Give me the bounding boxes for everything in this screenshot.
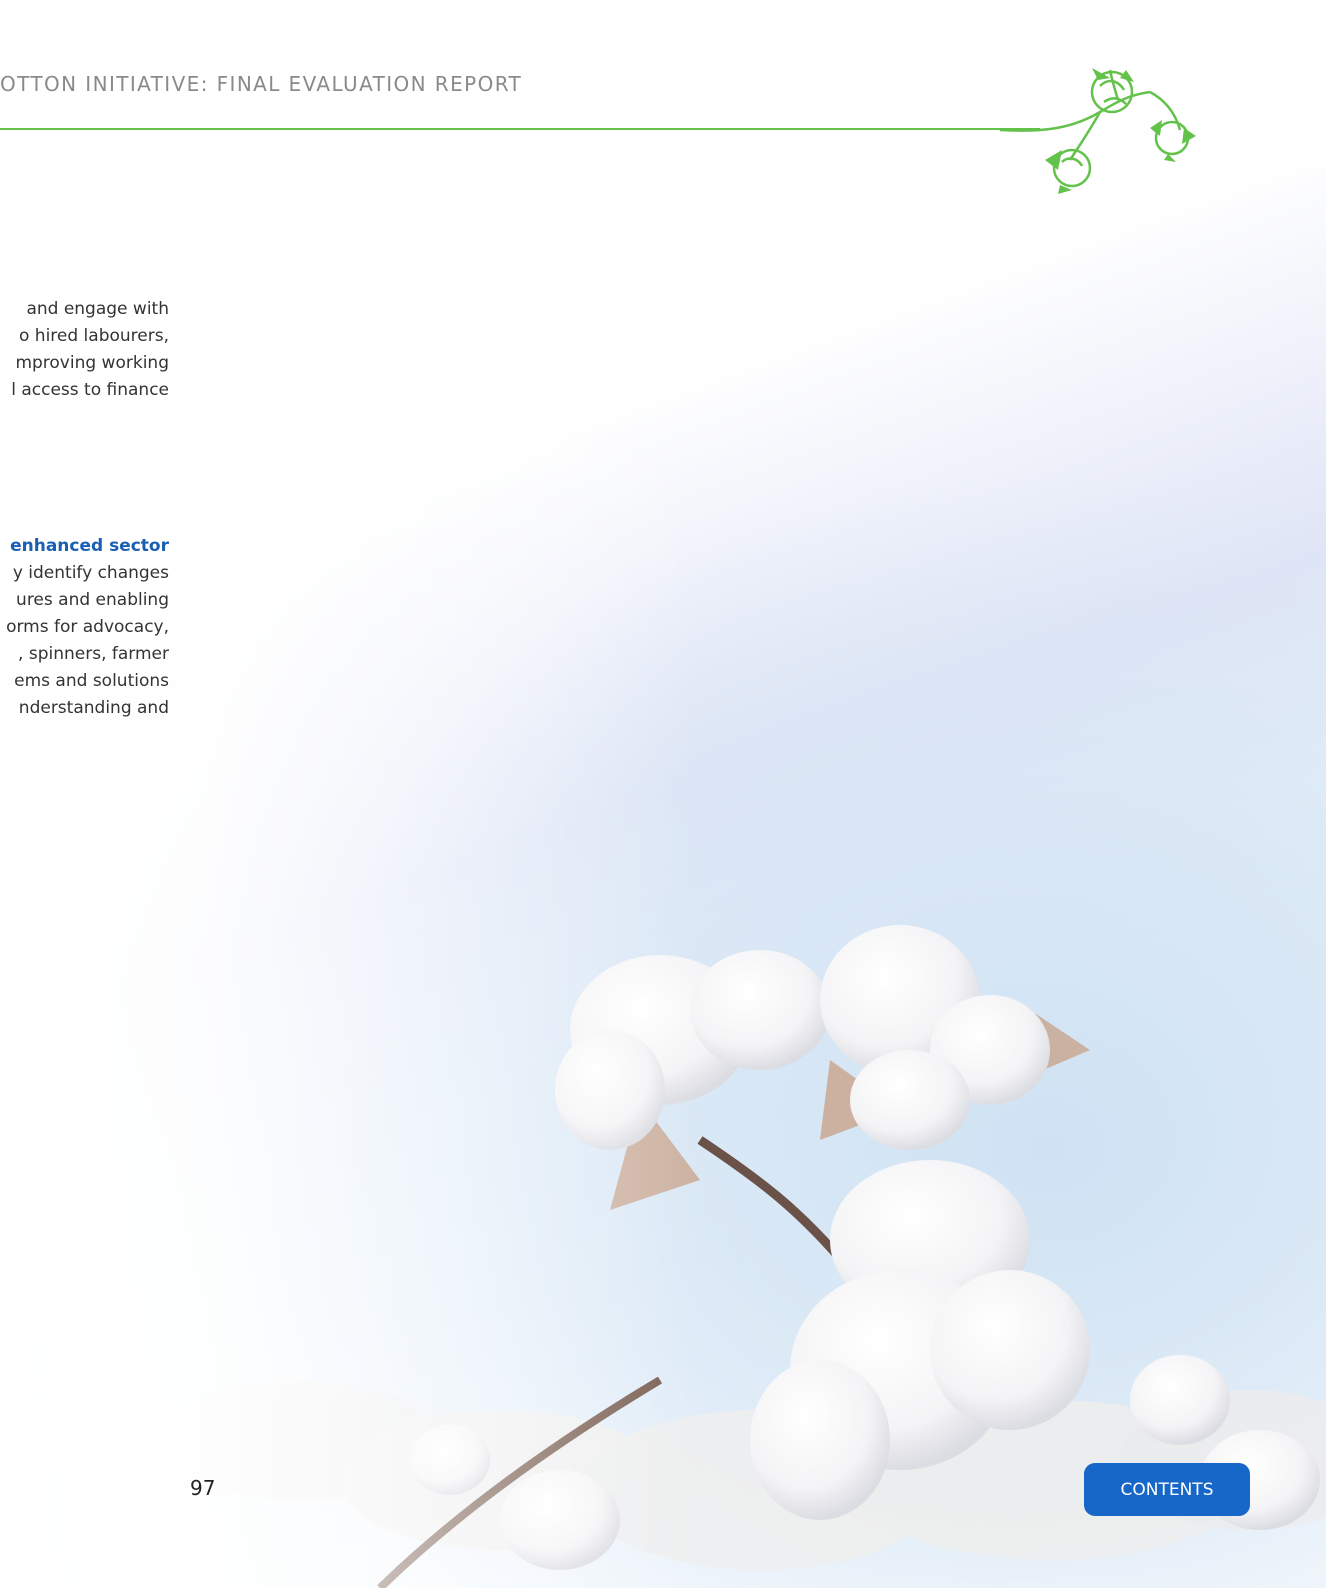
contents-button[interactable]: CONTENTS (1084, 1463, 1250, 1516)
header-rule (0, 128, 1040, 130)
cotton-branch-icon (1000, 68, 1196, 194)
left-white-fade (0, 0, 700, 1588)
paragraph-1-line: l access to finance (11, 380, 169, 400)
page-number: 97 (190, 1476, 216, 1500)
section-heading: enhanced sector (10, 536, 169, 556)
paragraph-2-line: orms for advocacy, (6, 617, 169, 637)
paragraph-1: and engage with o hired labourers, mprov… (11, 296, 169, 404)
report-title: OTTON INITIATIVE: FINAL EVALUATION REPOR… (0, 72, 523, 96)
paragraph-1-line: and engage with (26, 299, 169, 319)
paragraph-2-line: y identify changes (12, 563, 169, 583)
paragraph-2-line: , spinners, farmer (18, 644, 169, 664)
paragraph-2: enhanced sector y identify changes ures … (6, 533, 169, 722)
paragraph-2-line: nderstanding and (18, 698, 169, 718)
paragraph-1-line: o hired labourers, (18, 326, 169, 346)
paragraph-1-line: mproving working (15, 353, 169, 373)
paragraph-2-line: ems and solutions (14, 671, 169, 691)
paragraph-2-line: ures and enabling (16, 590, 169, 610)
